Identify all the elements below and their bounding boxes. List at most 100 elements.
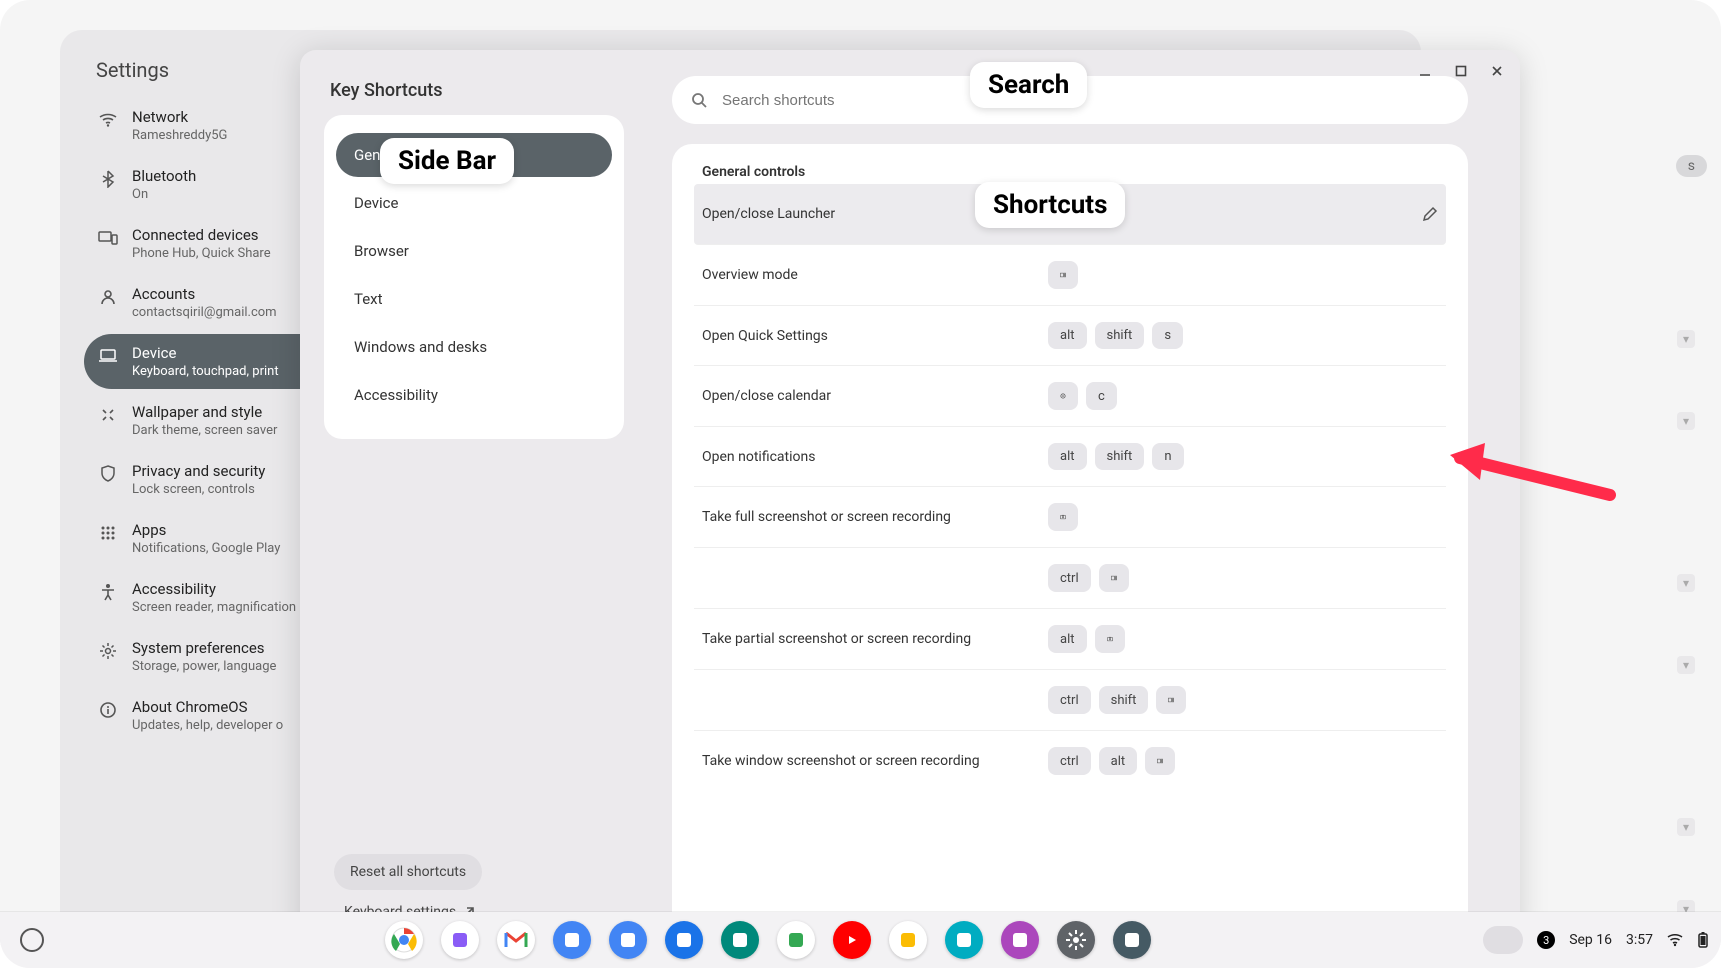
- key-n: n: [1152, 443, 1183, 470]
- nav-title: Privacy and security: [132, 462, 265, 480]
- taskbar-date: Sep 16: [1569, 932, 1612, 948]
- taskbar-app-gmail[interactable]: [497, 921, 535, 959]
- quick-settings-pill[interactable]: [1483, 926, 1523, 954]
- shortcut-label: Open Quick Settings: [702, 328, 1032, 344]
- callout-search: Search: [970, 62, 1087, 108]
- shortcut-keys: [1048, 261, 1438, 289]
- nav-title: Bluetooth: [132, 167, 196, 185]
- key-shift: shift: [1095, 322, 1145, 349]
- nav-sub: Updates, help, developer o: [132, 718, 283, 733]
- minimize-button[interactable]: [1412, 58, 1438, 84]
- shortcut-row[interactable]: Open notifications altshiftn: [694, 427, 1446, 487]
- shortcuts-sidebar-title: Key Shortcuts: [324, 76, 624, 115]
- shortcut-label: Open notifications: [702, 449, 1032, 465]
- key-screenshot-icon: [1048, 503, 1078, 531]
- taskbar-app-photos[interactable]: [889, 921, 927, 959]
- wallpaper-icon: [98, 405, 118, 425]
- bg-chevrons: ▾▾▾▾▾▾▾: [1677, 330, 1695, 968]
- wifi-icon: [1667, 932, 1683, 948]
- account-icon: [98, 287, 118, 307]
- window-controls: [1412, 58, 1510, 84]
- taskbar-app-chrome[interactable]: [385, 921, 423, 959]
- sidebar-item-device[interactable]: Device: [336, 181, 612, 225]
- nav-title: Wallpaper and style: [132, 403, 277, 421]
- shortcut-keys: ctrl: [1048, 564, 1438, 592]
- devices-icon: [98, 228, 118, 248]
- key-alt: alt: [1048, 625, 1087, 653]
- tune-icon: [98, 641, 118, 661]
- edit-icon[interactable]: [1422, 206, 1438, 222]
- nav-sub: On: [132, 187, 196, 202]
- taskbar-app-app1[interactable]: [945, 921, 983, 959]
- taskbar-app-app3[interactable]: [1113, 921, 1151, 959]
- shortcut-keys: c: [1048, 382, 1438, 410]
- nav-title: Accessibility: [132, 580, 296, 598]
- key-overview-icon: [1156, 686, 1186, 714]
- laptop-icon: [98, 346, 118, 366]
- key-alt: alt: [1099, 747, 1138, 775]
- key-launcher-icon: [1048, 382, 1078, 410]
- shortcut-keys: alt shifts: [1048, 322, 1438, 349]
- shortcut-keys: ctrlalt: [1048, 747, 1438, 775]
- shortcut-row[interactable]: ctrlshift: [694, 670, 1446, 731]
- shortcut-keys: altshiftn: [1048, 443, 1438, 470]
- callout-sidebar: Side Bar: [380, 138, 514, 184]
- taskbar-app-settings[interactable]: [1057, 921, 1095, 959]
- shortcut-row[interactable]: Overview mode: [694, 245, 1446, 306]
- nav-sub: Keyboard, touchpad, print: [132, 364, 279, 379]
- nav-sub: Storage, power, language: [132, 659, 276, 674]
- shortcut-row[interactable]: Open/close calendarc: [694, 366, 1446, 427]
- apps-icon: [98, 523, 118, 543]
- info-icon: [98, 700, 118, 720]
- nav-sub: Dark theme, screen saver: [132, 423, 277, 438]
- close-button[interactable]: [1484, 58, 1510, 84]
- maximize-button[interactable]: [1448, 58, 1474, 84]
- shortcut-row[interactable]: Take window screenshot or screen recordi…: [694, 731, 1446, 791]
- taskbar-app-meet[interactable]: [721, 921, 759, 959]
- taskbar-time: 3:57: [1626, 932, 1653, 948]
- section-heading: General controls: [694, 164, 1446, 184]
- key-alt: alt: [1048, 322, 1087, 349]
- nav-title: Apps: [132, 521, 280, 539]
- taskbar-app-calendar[interactable]: [553, 921, 591, 959]
- launcher-button[interactable]: [20, 928, 44, 952]
- nav-title: Accounts: [132, 285, 277, 303]
- key-c: c: [1086, 382, 1117, 410]
- key-s: s: [1152, 322, 1183, 349]
- notification-badge[interactable]: 3: [1537, 931, 1555, 949]
- nav-sub: Notifications, Google Play: [132, 541, 280, 556]
- battery-icon: [1697, 931, 1709, 949]
- key-shift: shift: [1099, 686, 1149, 714]
- taskbar-status[interactable]: 3 Sep 16 3:57: [1483, 926, 1709, 954]
- wifi-icon: [98, 110, 118, 130]
- taskbar-app-files[interactable]: [609, 921, 647, 959]
- shortcuts-sidebar: Key Shortcuts GeneralDeviceBrowserTextWi…: [324, 76, 644, 940]
- shortcut-label: Overview mode: [702, 267, 1032, 283]
- key-screenshot-icon: [1095, 625, 1125, 653]
- shortcut-keys: ctrlshift: [1048, 686, 1438, 714]
- taskbar-app-gemini[interactable]: [441, 921, 479, 959]
- taskbar-app-chat[interactable]: [665, 921, 703, 959]
- shortcut-row[interactable]: Take partial screenshot or screen record…: [694, 609, 1446, 670]
- nav-title: Device: [132, 344, 279, 362]
- sidebar-item-text[interactable]: Text: [336, 277, 612, 321]
- shortcut-keys: alt: [1048, 625, 1438, 653]
- key-overview-icon: [1048, 261, 1078, 289]
- key-overview-icon: [1099, 564, 1129, 592]
- key-ctrl: ctrl: [1048, 564, 1091, 592]
- bluetooth-icon: [98, 169, 118, 189]
- shortcut-row[interactable]: ctrl: [694, 548, 1446, 609]
- shortcut-row[interactable]: Open Quick Settings alt shifts: [694, 306, 1446, 366]
- taskbar-app-play[interactable]: [777, 921, 815, 959]
- search-icon: [690, 91, 708, 109]
- shortcut-row[interactable]: Take full screenshot or screen recording: [694, 487, 1446, 548]
- nav-sub: Screen reader, magnification: [132, 600, 296, 615]
- taskbar-app-app2[interactable]: [1001, 921, 1039, 959]
- sidebar-item-windows-and-desks[interactable]: Windows and desks: [336, 325, 612, 369]
- key-shift: shift: [1095, 443, 1145, 470]
- sidebar-item-accessibility[interactable]: Accessibility: [336, 373, 612, 417]
- reset-shortcuts-button[interactable]: Reset all shortcuts: [334, 854, 482, 890]
- sidebar-item-browser[interactable]: Browser: [336, 229, 612, 273]
- taskbar-app-youtube[interactable]: [833, 921, 871, 959]
- nav-sub: Rameshreddy5G: [132, 128, 227, 143]
